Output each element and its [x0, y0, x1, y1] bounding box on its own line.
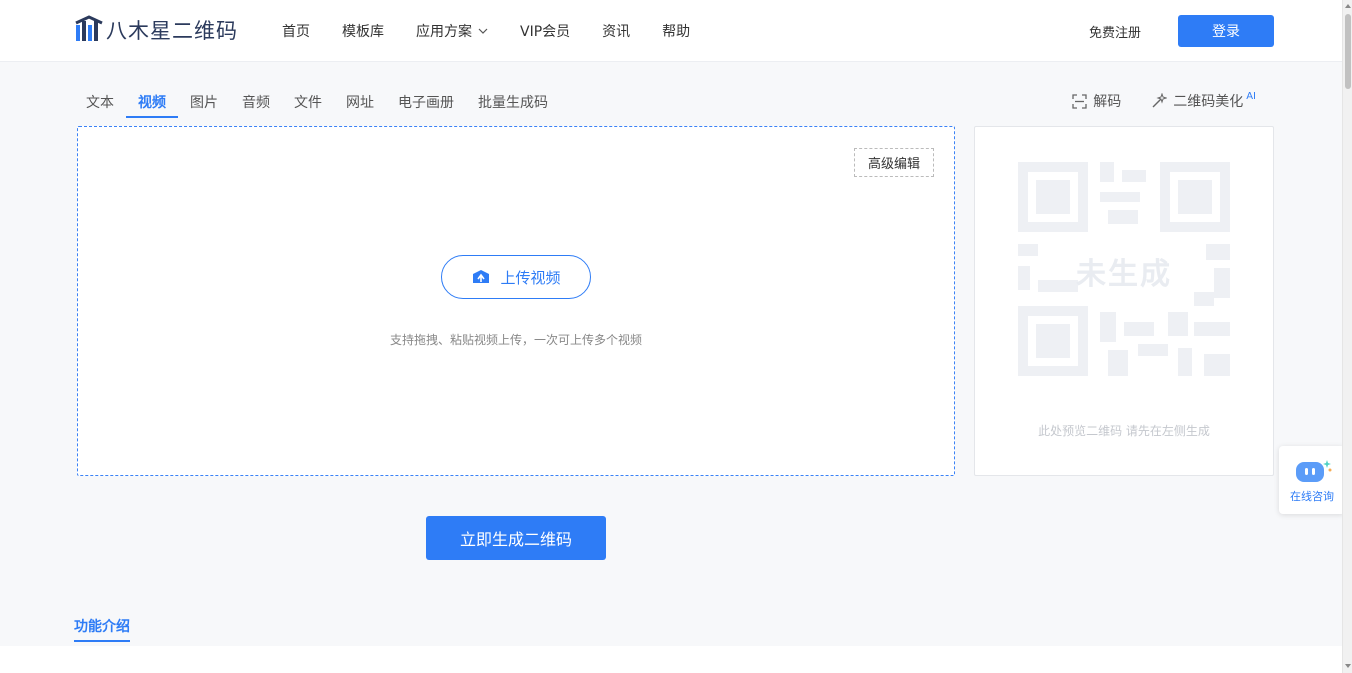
consult-label: 在线咨询	[1290, 490, 1334, 503]
video-upload-icon	[473, 270, 490, 283]
register-link[interactable]: 免费注册	[1089, 22, 1141, 41]
nav-templates-label: 模板库	[342, 24, 384, 40]
nav-vip[interactable]: VIP会员	[520, 21, 570, 41]
tab-text[interactable]: 文本	[74, 86, 126, 118]
nav-solutions-label: 应用方案	[416, 24, 472, 40]
scroll-thumb[interactable]	[1345, 14, 1351, 89]
tab-audio[interactable]: 音频	[230, 86, 282, 118]
tool-links: 解码 二维码美化 AI	[1042, 91, 1256, 111]
scroll-down-icon[interactable]	[1344, 662, 1352, 670]
magic-wand-icon	[1152, 93, 1168, 108]
decode-label: 解码	[1093, 94, 1122, 110]
page-scrollbar[interactable]	[1342, 0, 1352, 673]
generate-qr-button[interactable]: 立即生成二维码	[426, 516, 606, 560]
beautify-label: 二维码美化	[1173, 94, 1244, 110]
upload-video-label: 上传视频	[500, 268, 561, 287]
content-section	[0, 646, 1342, 673]
video-upload-dropzone[interactable]: 高级编辑 上传视频 支持拖拽、粘贴视频上传，一次可上传多个视频	[77, 126, 955, 476]
ai-badge: AI	[1246, 90, 1256, 102]
tab-image[interactable]: 图片	[178, 86, 230, 118]
nav-home-label: 首页	[282, 24, 310, 40]
nav-vip-label: VIP会员	[520, 24, 571, 40]
nav-help-label: 帮助	[662, 24, 691, 40]
preview-hint: 此处预览二维码 请先在左侧生成	[1038, 424, 1210, 438]
upload-video-button[interactable]: 上传视频	[441, 255, 591, 299]
nav-templates[interactable]: 模板库	[342, 21, 384, 41]
login-button[interactable]: 登录	[1178, 15, 1274, 47]
tab-feature-intro[interactable]: 功能介绍	[74, 616, 130, 642]
qr-preview-panel: 未生成 此处预览二维码 请先在左侧生成	[974, 126, 1274, 476]
qr-not-generated-label: 未生成	[1076, 257, 1172, 292]
nav-home[interactable]: 首页	[282, 21, 310, 41]
tab-batch[interactable]: 批量生成码	[466, 86, 560, 118]
content-type-tabs: 文本 视频 图片 音频 文件 网址 电子画册 批量生成码	[74, 86, 560, 118]
chevron-down-icon	[478, 28, 488, 34]
beautify-link[interactable]: 二维码美化 AI	[1151, 91, 1256, 111]
tab-url[interactable]: 网址	[334, 86, 386, 118]
logo-icon	[75, 15, 103, 41]
scan-icon	[1072, 93, 1087, 109]
main-nav: 首页 模板库 应用方案 VIP会员 资讯 帮助	[282, 0, 722, 62]
logo-text: 八木星二维码	[106, 19, 238, 43]
scroll-up-icon[interactable]	[1344, 2, 1352, 10]
chat-bot-icon	[1296, 460, 1332, 482]
top-header: 八木星二维码 首页 模板库 应用方案 VIP会员 资讯 帮助 免费注册 登录	[0, 0, 1342, 62]
tab-album[interactable]: 电子画册	[386, 86, 466, 118]
advanced-edit-button[interactable]: 高级编辑	[854, 148, 934, 177]
tab-video[interactable]: 视频	[126, 86, 178, 118]
tab-file[interactable]: 文件	[282, 86, 334, 118]
nav-help[interactable]: 帮助	[662, 21, 690, 41]
decode-link[interactable]: 解码	[1072, 91, 1121, 111]
nav-news-label: 资讯	[602, 24, 631, 40]
nav-news[interactable]: 资讯	[602, 21, 630, 41]
nav-solutions[interactable]: 应用方案	[416, 21, 488, 41]
logo[interactable]: 八木星二维码	[74, 15, 238, 45]
online-consult-widget[interactable]: 在线咨询	[1279, 446, 1345, 514]
upload-hint: 支持拖拽、粘贴视频上传，一次可上传多个视频	[389, 333, 642, 347]
